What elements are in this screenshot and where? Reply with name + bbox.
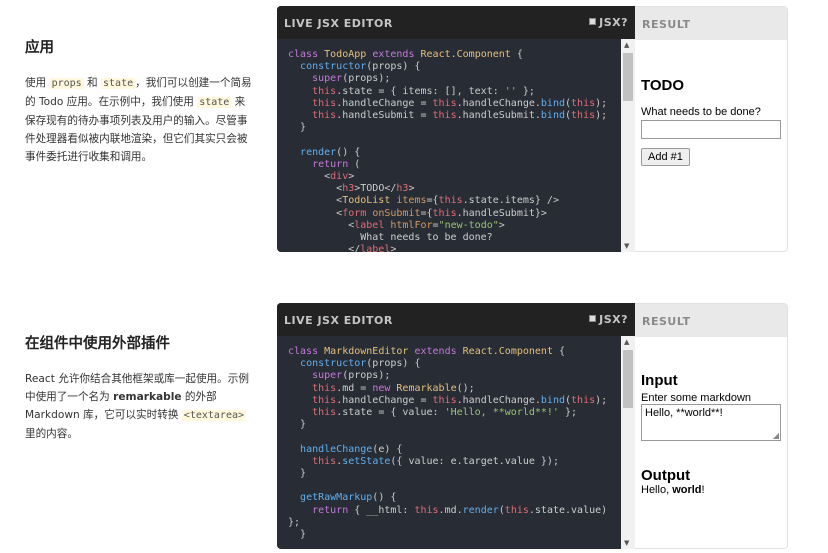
- output-bold: world: [672, 484, 702, 496]
- code-editor[interactable]: class MarkdownEditor extends React.Compo…: [277, 336, 621, 549]
- add-todo-button[interactable]: Add #1: [641, 148, 690, 166]
- jsx-toggle[interactable]: JSX?: [589, 16, 628, 29]
- result-header: RESULT: [635, 7, 787, 40]
- live-jsx-editor: LIVE JSX EDITOR JSX? class TodoApp exten…: [277, 6, 635, 252]
- section-text: React 允许你结合其他框架或库一起使用。示例中使用了一个名为 remarka…: [25, 370, 255, 443]
- result-header: RESULT: [635, 304, 787, 337]
- scrollbar-thumb[interactable]: [623, 53, 633, 101]
- result-panel: RESULT Input Enter some markdown Hello, …: [635, 303, 788, 549]
- section-todo-description: 应用 使用 props 和 state ，我们可以创建一个简易的 Todo 应用。…: [25, 36, 255, 166]
- code-editor[interactable]: class TodoApp extends React.Component { …: [277, 39, 621, 252]
- inline-code: state: [197, 97, 232, 108]
- scroll-up-icon[interactable]: ▲: [624, 338, 629, 346]
- result-panel: RESULT TODO What needs to be done? Add #…: [635, 6, 788, 252]
- output-text: !: [701, 484, 705, 496]
- editor-title: LIVE JSX EDITOR: [284, 17, 393, 30]
- scrollbar-thumb[interactable]: [623, 350, 633, 408]
- jsx-toggle-label: JSX?: [599, 16, 628, 29]
- input-heading: Input: [641, 372, 678, 389]
- section-title: 应用: [25, 40, 54, 56]
- jsx-toggle-label: JSX?: [599, 313, 628, 326]
- inline-code: props: [49, 78, 84, 89]
- editor-title: LIVE JSX EDITOR: [284, 314, 393, 327]
- scroll-down-icon[interactable]: ▼: [624, 242, 629, 250]
- markdown-example: LIVE JSX EDITOR JSX? class MarkdownEdito…: [277, 303, 788, 549]
- editor-scrollbar[interactable]: ▲ ▼: [621, 39, 635, 252]
- markdown-textarea[interactable]: Hello, **world**! ◢: [641, 404, 781, 441]
- text: 使用: [25, 77, 50, 89]
- new-todo-input[interactable]: [641, 120, 781, 139]
- markdown-output: Hello, world!: [641, 484, 781, 496]
- textarea-value[interactable]: Hello, **world**!: [645, 407, 723, 419]
- todo-label: What needs to be done?: [641, 106, 761, 118]
- editor-header: LIVE JSX EDITOR JSX?: [277, 303, 635, 336]
- scroll-down-icon[interactable]: ▼: [624, 539, 629, 547]
- inline-code: state: [101, 78, 136, 89]
- section-text: 使用 props 和 state ，我们可以创建一个简易的 Todo 应用。在示例…: [25, 74, 255, 166]
- inline-code: <textarea>: [181, 410, 247, 421]
- output-text: Hello,: [641, 484, 673, 496]
- todo-heading: TODO: [641, 77, 685, 94]
- output-heading: Output: [641, 467, 691, 484]
- resize-grip-icon[interactable]: ◢: [773, 431, 779, 440]
- checkbox-icon[interactable]: [589, 315, 597, 322]
- markdown-label: Enter some markdown: [641, 392, 752, 404]
- editor-header: LIVE JSX EDITOR JSX?: [277, 6, 635, 39]
- section-title: 在组件中使用外部插件: [25, 336, 170, 352]
- text: 里的内容。: [25, 428, 78, 440]
- live-jsx-editor: LIVE JSX EDITOR JSX? class MarkdownEdito…: [277, 303, 635, 549]
- code-text[interactable]: class TodoApp extends React.Component { …: [288, 49, 621, 252]
- section-plugin-description: 在组件中使用外部插件 React 允许你结合其他框架或库一起使用。示例中使用了一…: [25, 332, 255, 443]
- checkbox-icon[interactable]: [589, 18, 597, 25]
- remarkable-name: remarkable: [113, 391, 182, 403]
- text: 和: [83, 77, 102, 89]
- todo-example: LIVE JSX EDITOR JSX? class TodoApp exten…: [277, 6, 788, 252]
- scroll-up-icon[interactable]: ▲: [624, 41, 629, 49]
- editor-scrollbar[interactable]: ▲ ▼: [621, 336, 635, 549]
- code-text[interactable]: class MarkdownEditor extends React.Compo…: [288, 346, 621, 541]
- jsx-toggle[interactable]: JSX?: [589, 313, 628, 326]
